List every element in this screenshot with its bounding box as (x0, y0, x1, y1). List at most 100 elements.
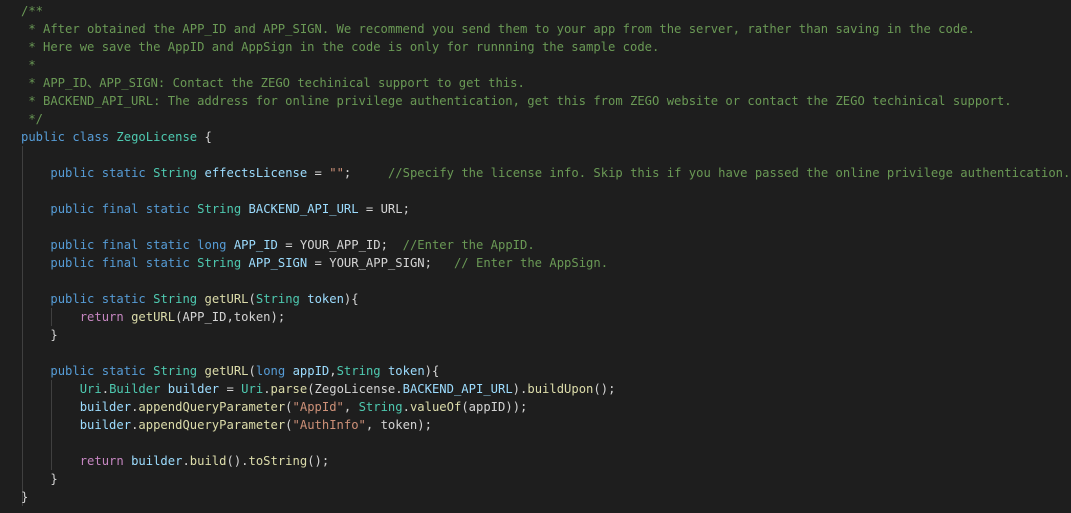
code-token: (). (226, 454, 249, 468)
code-content[interactable]: /** * After obtained the APP_ID and APP_… (21, 2, 1070, 506)
code-token: toString (248, 454, 308, 468)
code-token: static (101, 364, 146, 378)
code-token: (appID)); (461, 400, 528, 414)
code-line: builder. appendQueryParameter("AppId", St… (21, 398, 1070, 416)
code-token: String (153, 364, 198, 378)
code-token: . (182, 454, 190, 468)
code-token: ( (285, 418, 293, 432)
code-token: parse (270, 382, 308, 396)
code-token: String (153, 166, 198, 180)
code-editor[interactable]: /** * After obtained the APP_ID and APP_… (0, 0, 1071, 513)
code-line: public final static long APP_ID = YOUR_A… (21, 236, 1070, 254)
code-token: effectsLicense (204, 166, 308, 180)
code-line: builder.appendQueryParameter("AuthInfo",… (21, 416, 1070, 434)
code-token: "AppId" (292, 400, 344, 414)
code-token: ). (512, 382, 528, 396)
code-line: * APP_ID、APP_SIGN: Contact the ZEGO tech… (21, 74, 1070, 92)
code-token: } (21, 490, 29, 504)
code-token: //Specify the license info. Skip this if… (387, 166, 1071, 180)
code-token: String (336, 364, 381, 378)
code-token: String (197, 256, 242, 270)
code-token: String (255, 292, 300, 306)
code-token: static (145, 256, 190, 270)
code-token: // Enter the AppSign. (453, 256, 609, 270)
code-token: ( (248, 364, 256, 378)
code-token: String (153, 292, 198, 306)
code-token: token (307, 292, 344, 306)
code-token: return (79, 454, 124, 468)
code-token: String (358, 400, 403, 414)
code-line: public class ZegoLicense { (21, 128, 1070, 146)
code-token: Builder (109, 382, 161, 396)
code-token: static (145, 238, 190, 252)
code-token: ){ (424, 364, 440, 378)
code-token: public (50, 364, 95, 378)
code-token: */ (21, 112, 44, 126)
code-token: public (50, 256, 95, 270)
code-token: static (101, 166, 146, 180)
code-token: builder (79, 418, 132, 432)
code-line: /** (21, 2, 1070, 20)
code-token: , (329, 364, 337, 378)
code-token: builder (79, 400, 132, 414)
code-token: } (21, 472, 58, 486)
code-line: Uri.Builder builder = Uri.parse(ZegoLice… (21, 380, 1070, 398)
code-line: * BACKEND_API_URL: The address for onlin… (21, 92, 1070, 110)
code-line: public static String getURL(long appID,S… (21, 362, 1070, 380)
code-token: * Here we save the AppID and AppSign in … (21, 40, 660, 54)
code-token: public (50, 292, 95, 306)
code-token: . (101, 382, 110, 396)
code-line: return getURL(APP_ID,token); (21, 308, 1070, 326)
code-token: getURL (204, 292, 249, 306)
code-token: { (197, 130, 212, 144)
code-token: , token); (365, 418, 432, 432)
code-token: APP_ID (233, 238, 278, 252)
code-token: public (21, 130, 66, 144)
code-line: } (21, 326, 1070, 344)
code-token: * APP_ID、APP_SIGN: Contact the ZEGO tech… (21, 76, 525, 90)
code-line: */ (21, 110, 1070, 128)
code-token: * BACKEND_API_URL: The address for onlin… (21, 94, 1012, 108)
code-line: } (21, 470, 1070, 488)
code-token: static (101, 292, 146, 306)
code-token: = (219, 382, 242, 396)
code-token: "" (329, 166, 344, 180)
code-token: long (197, 238, 227, 252)
code-token: ( (248, 292, 256, 306)
code-line: public final static String APP_SIGN = YO… (21, 254, 1070, 272)
code-token: APP_SIGN (248, 256, 308, 270)
code-token: getURL (131, 310, 176, 324)
code-token: final (101, 238, 139, 252)
code-token: (); (593, 382, 616, 396)
code-token: , (343, 400, 359, 414)
code-token: * After obtained the APP_ID and APP_SIGN… (21, 22, 975, 36)
code-token: appendQueryParameter (138, 400, 286, 414)
code-token: (); (307, 454, 330, 468)
